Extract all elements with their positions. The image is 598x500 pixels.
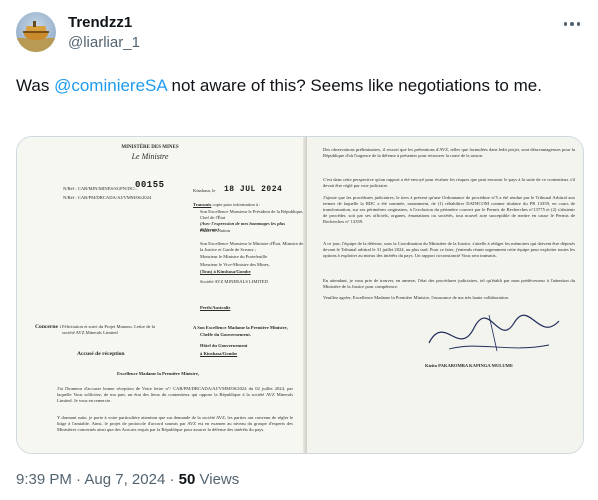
document-page-right: Des observations préliminaires, il resso…	[307, 137, 583, 453]
transmis-item: Monsieur le Vice-Ministre des Mines,	[200, 262, 270, 267]
ministry-subtitle: Le Ministre	[131, 152, 169, 161]
tweet-media-image[interactable]: MINISTÈRE DES MINES Le Ministre N/Réf : …	[16, 136, 584, 454]
salutation: Excellence Madame la Première Ministre,	[117, 371, 200, 376]
transmis-item: Monsieur le Ministre du Portefeuille	[200, 254, 268, 259]
mention-link[interactable]: @cominiereSA	[54, 76, 167, 95]
paragraph-2: Y donnant suite, je porte à votre partic…	[57, 415, 293, 432]
recipient-line-2: Cheffe du Gouvernement.	[200, 332, 251, 337]
ministry-title: MINISTÈRE DES MINES	[121, 145, 179, 150]
signatory-name: Kizito PAKABOMBA KAPINGA MULUME	[425, 363, 514, 368]
meta-separator: ·	[169, 471, 175, 488]
closing-paragraph: Veuillez agréer, Excellence Madame la Pr…	[323, 295, 509, 300]
right-paragraph-5: En attendant, je vous prie de trouver, e…	[323, 278, 575, 289]
author-handle[interactable]: @liarliar_1	[68, 33, 140, 53]
meta-separator: ·	[76, 471, 82, 488]
reference-line-2: N/Réf : CAB/PM/DRCADA/AJ/VMM/06/2024	[63, 195, 152, 200]
document-page-left: MINISTÈRE DES MINES Le Ministre N/Réf : …	[17, 137, 307, 453]
concerne-label: Concerne :	[35, 324, 62, 330]
more-options-icon[interactable]	[560, 14, 584, 34]
views-count: 50	[178, 471, 196, 488]
transmis-item: Palais de Nation	[200, 228, 231, 233]
right-paragraph-3: J'ajoute que les procédures judiciaires,…	[323, 195, 575, 224]
tweet-meta: 9:39 PM · Aug 7, 2024 · 50 Views	[16, 470, 239, 490]
right-paragraph-1: Des observations préliminaires, il resso…	[323, 147, 575, 158]
concerne-text: Félicitation et suivi du Projet Manono. …	[62, 324, 156, 335]
transmis-item: Son Excellence Monsieur le Président de …	[200, 209, 304, 220]
tweet-text-before: Was	[16, 76, 55, 95]
signature-icon	[428, 314, 560, 352]
transmis-item: Son Excellence Monsieur le Ministre d'Ét…	[200, 241, 304, 252]
views-label: Views	[199, 471, 240, 488]
stamp-date: 18 JUL 2024	[224, 185, 283, 194]
recipient-line-1: A Son Excellence Madame la Première Mini…	[193, 325, 288, 330]
transmis-item: Perth/Australie	[200, 305, 231, 310]
tweet-text-after: not aware of this? Seems like negotiatio…	[166, 76, 542, 95]
transmis-intro: copie pour information à :	[212, 202, 261, 207]
right-paragraph-4: A ce jour, l'équipe de la défense, sous …	[323, 241, 575, 258]
tweet-time[interactable]: 9:39 PM	[16, 471, 72, 488]
avatar[interactable]	[16, 12, 56, 52]
transmis-item: Société AVZ MINERALS LIMITED	[200, 279, 268, 284]
paragraph-1: J'ai l'honneur d'accuser bonne réception…	[57, 386, 293, 403]
accuse-reception: Accusé de réception	[77, 351, 125, 357]
transmis-heading: Transmis	[193, 202, 212, 207]
author-display-name[interactable]: Trendzz1	[68, 13, 132, 33]
place-date-prefix: Kinshasa, le	[193, 188, 216, 193]
right-paragraph-2: C'est dans cette perspective qu'un rappo…	[323, 177, 575, 188]
avatar-icon	[16, 21, 56, 52]
transmis-block: Transmis copie pour information à :	[193, 202, 303, 208]
stamp-number: 00155	[135, 180, 165, 190]
tweet: Trendzz1 @liarliar_1 Was @cominiereSA no…	[0, 0, 598, 500]
tweet-text: Was @cominiereSA not aware of this? Seem…	[16, 74, 586, 98]
tweet-date[interactable]: Aug 7, 2024	[84, 471, 165, 488]
recipient-line-4: à Kinshasa/Gombe	[200, 351, 238, 356]
transmis-item: (Tous) à Kinshasa/Gombe	[200, 269, 251, 274]
recipient-line-3: Hôtel du Gouvernement	[200, 343, 248, 348]
